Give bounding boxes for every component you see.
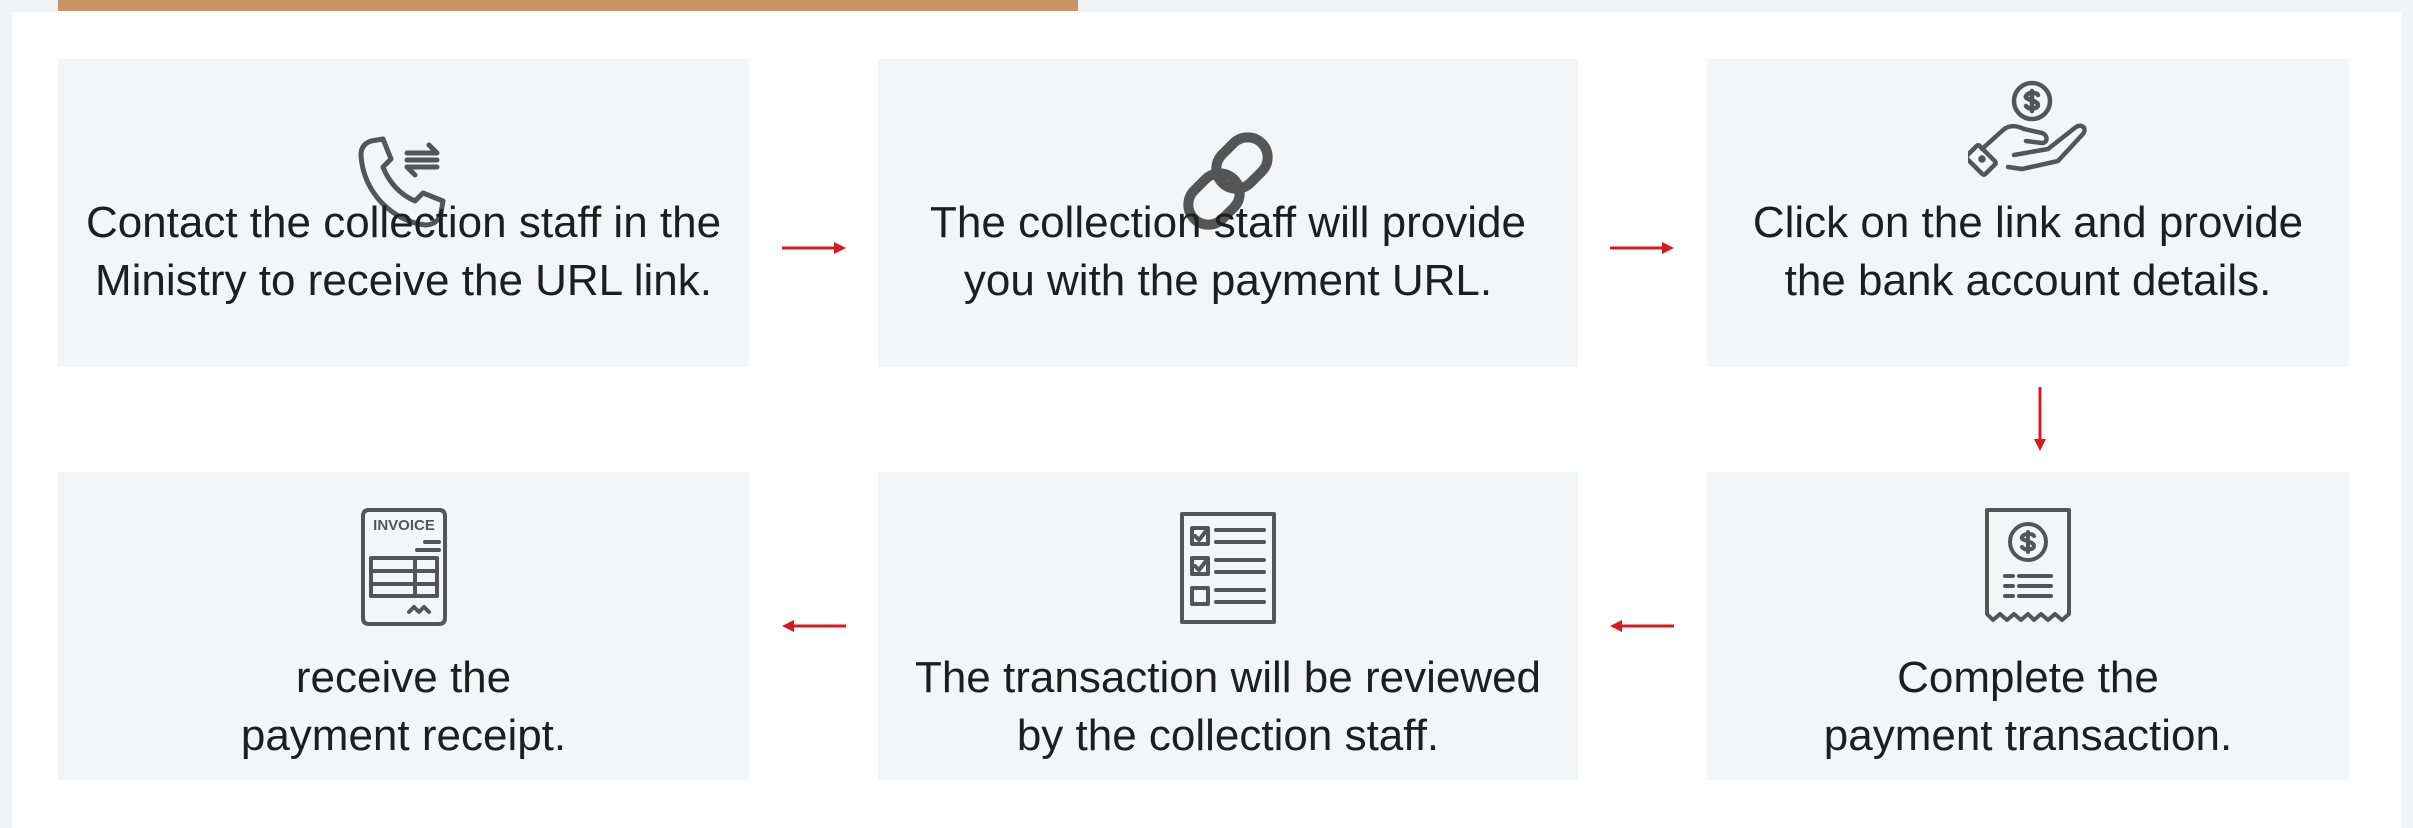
step-receive-receipt-text: receive the payment receipt. [58, 649, 749, 765]
step-line: The transaction will be reviewed [914, 653, 1542, 702]
top-accent-bar [58, 0, 1078, 11]
step-line: Ministry to receive the URL link. [94, 256, 712, 305]
step-bank-details: Click on the link and provide the bank a… [1707, 59, 2349, 367]
step-complete-payment-text: Complete the payment transaction. [1707, 649, 2349, 765]
arrow-down-icon [2034, 387, 2046, 451]
receipt-dollar-icon [1985, 508, 2071, 622]
hand-coin-icon [1968, 80, 2087, 177]
step-line: by the collection staff. [1016, 711, 1440, 760]
arrow-right-icon [1610, 242, 1674, 254]
step-provide-url: The collection staff will provide you wi… [878, 59, 1578, 367]
step-complete-payment: Complete the payment transaction. [1707, 472, 2349, 780]
step-line: receive the [295, 653, 512, 702]
invoice-icon-label: INVOICE [373, 517, 435, 534]
step-line: you with the payment URL. [963, 256, 1493, 305]
step-provide-url-text: The collection staff will provide you wi… [878, 194, 1578, 310]
step-line: payment transaction. [1823, 711, 2233, 760]
arrow-left-icon [782, 620, 846, 632]
step-line: Click on the link and provide [1752, 198, 2304, 247]
step-review-transaction: The transaction will be reviewed by the … [878, 472, 1578, 780]
step-line: Contact the collection staff in the [85, 198, 722, 247]
checklist-icon [1180, 512, 1276, 624]
step-line: Complete the [1897, 653, 2159, 702]
step-line: payment receipt. [240, 711, 567, 760]
step-review-transaction-text: The transaction will be reviewed by the … [878, 649, 1578, 765]
arrow-right-icon [782, 242, 846, 254]
step-bank-details-text: Click on the link and provide the bank a… [1707, 194, 2349, 310]
step-contact-staff-text: Contact the collection staff in the Mini… [58, 194, 749, 310]
step-receive-receipt: INVOICE receive the payment receipt. [58, 472, 749, 780]
arrow-left-icon [1610, 620, 1674, 632]
step-line: the bank account details. [1784, 256, 2272, 305]
invoice-icon: INVOICE [360, 508, 447, 626]
step-contact-staff: Contact the collection staff in the Mini… [58, 59, 749, 367]
step-line: The collection staff will provide [930, 198, 1526, 247]
